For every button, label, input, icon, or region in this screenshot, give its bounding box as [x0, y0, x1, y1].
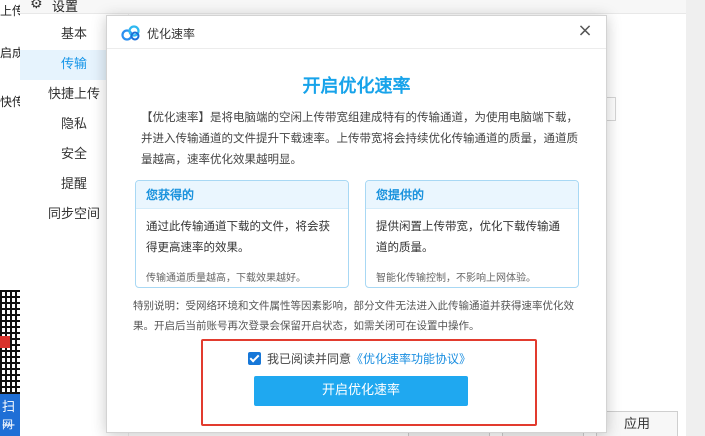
- card-footnote: 传输通道质量越高，下载效果越好。: [146, 273, 306, 284]
- settings-titlebar: [20, 0, 705, 14]
- dialog-title: 优化速率: [147, 27, 196, 41]
- optimize-speed-dialog: 优化速率 × 开启优化速率 【优化速率】是将电脑端的空闲上传带宽组建成特有的传输…: [106, 15, 607, 433]
- card-body: 通过此传输通道下载的文件，将会获得更高速率的效果。: [146, 219, 330, 254]
- apply-button[interactable]: 应用: [596, 411, 678, 436]
- right-edge-strip: [686, 0, 705, 436]
- dialog-headline: 开启优化速率: [302, 76, 411, 97]
- settings-window-title: 设置: [52, 0, 79, 15]
- sidebar-item-label: 提醒: [60, 177, 87, 192]
- benefit-card-gain: 您获得的 通过此传输通道下载的文件，将会获得更高速率的效果。 传输通道质量越高，…: [135, 180, 349, 288]
- sidebar-item-label: 同步空间: [47, 207, 100, 222]
- agreement-row[interactable]: 我已阅读并同意《优化速率功能协议》: [248, 350, 471, 367]
- card-heading: 您获得的: [136, 181, 348, 209]
- sidebar-item-label: 基本: [60, 27, 87, 42]
- card-heading: 您提供的: [366, 181, 578, 209]
- gear-icon: ⚙: [30, 0, 43, 12]
- benefit-card-provide: 您提供的 提供闲置上传带宽，优化下载传输通道的质量。 智能化传输控制，不影响上网…: [365, 180, 579, 288]
- agreement-checkbox[interactable]: [248, 352, 261, 365]
- qr-banner: 扫一 网: [0, 394, 20, 436]
- sidebar-item-label: 传输: [60, 57, 87, 72]
- sidebar-item-label: 隐私: [60, 117, 87, 132]
- dialog-header: 优化速率 ×: [107, 16, 606, 49]
- close-icon[interactable]: ×: [574, 20, 596, 42]
- enable-optimize-button[interactable]: 开启优化速率: [254, 376, 468, 406]
- qr-red-mark: [0, 336, 10, 348]
- agreement-prefix: 我已阅读并同意: [267, 352, 352, 366]
- agreement-link[interactable]: 《优化速率功能协议》: [351, 352, 471, 366]
- card-body: 提供闲置上传带宽，优化下载传输通道的质量。: [376, 219, 560, 254]
- special-note: 特别说明：受网络环境和文件属性等因素影响，部分文件无法进入此传输通道并获得速率优…: [133, 300, 574, 332]
- sidebar-item-label: 快捷上传: [47, 87, 100, 102]
- card-footnote: 智能化传输控制，不影响上网体验。: [376, 273, 536, 284]
- intro-text: 【优化速率】是将电脑端的空闲上传带宽组建成特有的传输通道，为使用电脑端下载，并进…: [141, 110, 578, 166]
- baidu-netdisk-logo-icon: [121, 25, 140, 41]
- qr-banner-text-2: 网: [2, 418, 13, 431]
- sidebar-item-label: 安全: [60, 147, 87, 162]
